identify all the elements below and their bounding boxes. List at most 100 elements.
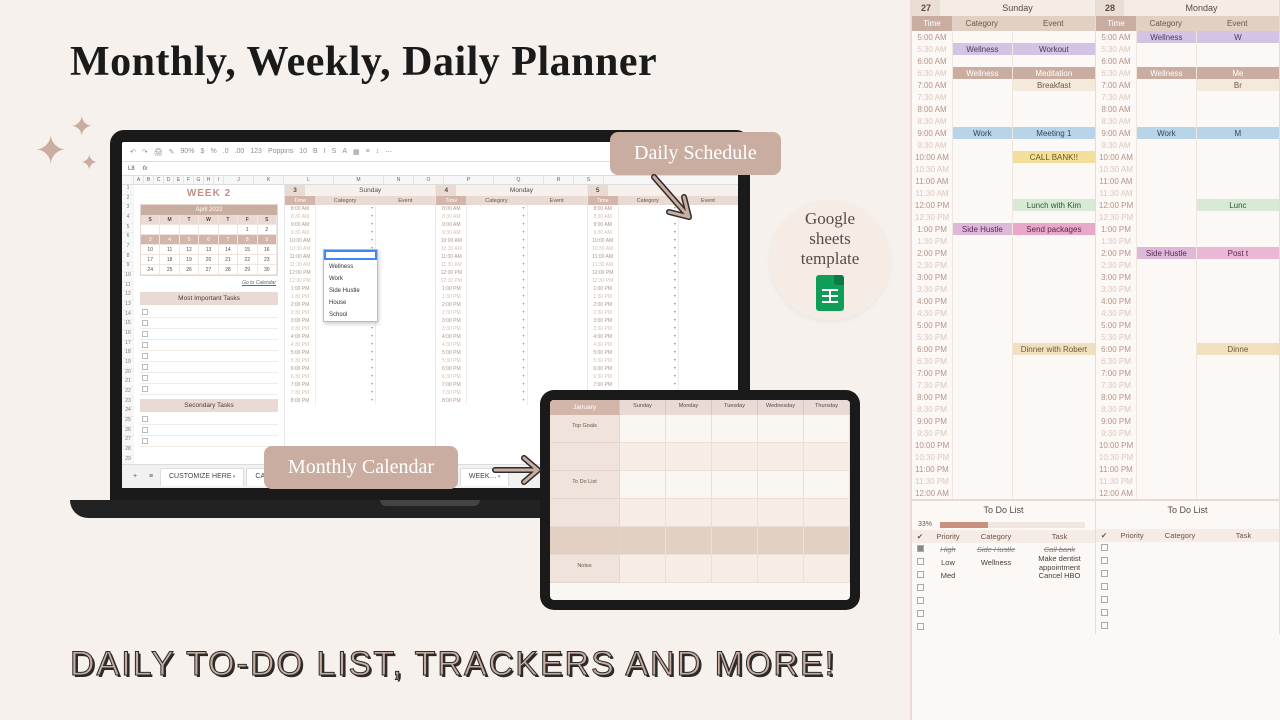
schedule-event-cell[interactable]: Me	[1196, 67, 1279, 79]
checkbox[interactable]	[142, 364, 148, 370]
toolbar-button[interactable]: ↷	[142, 148, 148, 156]
event-cell[interactable]	[678, 317, 738, 325]
category-cell[interactable]	[466, 357, 526, 365]
task-line[interactable]	[140, 425, 278, 436]
schedule-event-cell[interactable]	[1196, 439, 1279, 451]
tablet-cell[interactable]	[712, 499, 758, 527]
category-cell[interactable]	[618, 261, 678, 269]
todo-row[interactable]	[1096, 594, 1279, 607]
schedule-category-cell[interactable]	[952, 79, 1012, 91]
mini-cal-day[interactable]: 7	[219, 235, 238, 245]
schedule-event-cell[interactable]	[1012, 427, 1095, 439]
schedule-event-cell[interactable]	[1196, 271, 1279, 283]
schedule-category-cell[interactable]	[1136, 379, 1196, 391]
todo-row[interactable]: LowWellnessMake dentist appointment	[912, 556, 1095, 569]
event-cell[interactable]	[527, 301, 587, 309]
row-number[interactable]: 4	[122, 214, 134, 224]
schedule-category-cell[interactable]	[1136, 187, 1196, 199]
event-cell[interactable]	[527, 293, 587, 301]
toolbar-button[interactable]: I	[324, 148, 326, 155]
schedule-event-cell[interactable]	[1012, 331, 1095, 343]
category-cell[interactable]	[315, 373, 375, 381]
schedule-category-cell[interactable]	[952, 391, 1012, 403]
event-cell[interactable]	[375, 245, 435, 253]
column-header[interactable]: Q	[494, 176, 544, 184]
tablet-cell[interactable]	[758, 415, 804, 443]
event-cell[interactable]	[527, 373, 587, 381]
category-cell[interactable]	[315, 229, 375, 237]
category-cell[interactable]	[466, 317, 526, 325]
schedule-event-cell[interactable]	[1196, 331, 1279, 343]
category-cell[interactable]	[466, 269, 526, 277]
event-cell[interactable]	[678, 301, 738, 309]
add-sheet-button[interactable]: +	[128, 473, 142, 480]
tablet-cell[interactable]	[758, 527, 804, 555]
schedule-event-cell[interactable]	[1012, 451, 1095, 463]
schedule-event-cell[interactable]	[1196, 187, 1279, 199]
category-cell[interactable]	[315, 237, 375, 245]
row-number[interactable]: 2	[122, 195, 134, 205]
schedule-event-cell[interactable]	[1012, 391, 1095, 403]
category-cell[interactable]	[466, 373, 526, 381]
category-cell[interactable]	[466, 325, 526, 333]
category-cell[interactable]	[466, 205, 526, 213]
event-cell[interactable]	[678, 261, 738, 269]
todo-category[interactable]: Wellness	[968, 558, 1024, 567]
category-cell[interactable]	[466, 309, 526, 317]
category-cell[interactable]	[466, 253, 526, 261]
schedule-event-cell[interactable]	[1012, 55, 1095, 67]
tablet-cell[interactable]	[620, 471, 666, 499]
schedule-category-cell[interactable]	[952, 463, 1012, 475]
active-cell[interactable]	[324, 250, 377, 260]
column-header[interactable]: B	[144, 176, 154, 184]
schedule-event-cell[interactable]	[1012, 475, 1095, 487]
category-cell[interactable]	[618, 317, 678, 325]
schedule-category-cell[interactable]	[1136, 55, 1196, 67]
event-cell[interactable]	[527, 285, 587, 293]
event-cell[interactable]	[375, 373, 435, 381]
event-cell[interactable]	[678, 357, 738, 365]
event-cell[interactable]	[375, 205, 435, 213]
schedule-event-cell[interactable]	[1196, 235, 1279, 247]
schedule-category-cell[interactable]	[1136, 451, 1196, 463]
checkbox[interactable]	[917, 597, 924, 604]
mini-cal-day[interactable]: 3	[141, 235, 160, 245]
sheet-tab[interactable]: CUSTOMIZE HERE	[160, 468, 244, 486]
category-cell[interactable]	[466, 261, 526, 269]
column-header[interactable]	[122, 176, 134, 184]
checkbox[interactable]	[142, 427, 148, 433]
sheet-menu-button[interactable]: ≡	[144, 473, 158, 480]
column-header[interactable]: H	[204, 176, 214, 184]
category-cell[interactable]	[618, 365, 678, 373]
schedule-category-cell[interactable]	[952, 187, 1012, 199]
event-cell[interactable]	[375, 285, 435, 293]
column-header[interactable]: I	[214, 176, 224, 184]
schedule-event-cell[interactable]	[1012, 175, 1095, 187]
category-cell[interactable]	[315, 205, 375, 213]
mini-cal-day[interactable]	[180, 225, 199, 235]
column-header[interactable]: O	[414, 176, 444, 184]
event-cell[interactable]	[375, 277, 435, 285]
toolbar-button[interactable]: .0	[223, 148, 229, 155]
schedule-event-cell[interactable]: CALL BANK!!	[1012, 151, 1095, 163]
event-cell[interactable]	[375, 253, 435, 261]
mini-cal-day[interactable]: 8	[238, 235, 257, 245]
schedule-event-cell[interactable]	[1196, 139, 1279, 151]
mini-cal-day[interactable]: 11	[160, 245, 179, 255]
event-cell[interactable]	[375, 333, 435, 341]
task-line[interactable]	[140, 318, 278, 329]
tablet-cell[interactable]	[712, 527, 758, 555]
schedule-event-cell[interactable]	[1012, 103, 1095, 115]
goto-calendar-link[interactable]: Go to Calendar	[134, 278, 284, 288]
todo-row[interactable]	[1096, 581, 1279, 594]
category-cell[interactable]	[618, 245, 678, 253]
schedule-event-cell[interactable]	[1012, 139, 1095, 151]
schedule-category-cell[interactable]	[952, 307, 1012, 319]
category-cell[interactable]	[466, 221, 526, 229]
todo-priority[interactable]: Med	[928, 571, 968, 580]
schedule-event-cell[interactable]	[1196, 43, 1279, 55]
schedule-category-cell[interactable]	[952, 211, 1012, 223]
schedule-category-cell[interactable]	[1136, 331, 1196, 343]
checkbox[interactable]	[917, 571, 924, 578]
schedule-category-cell[interactable]	[1136, 139, 1196, 151]
